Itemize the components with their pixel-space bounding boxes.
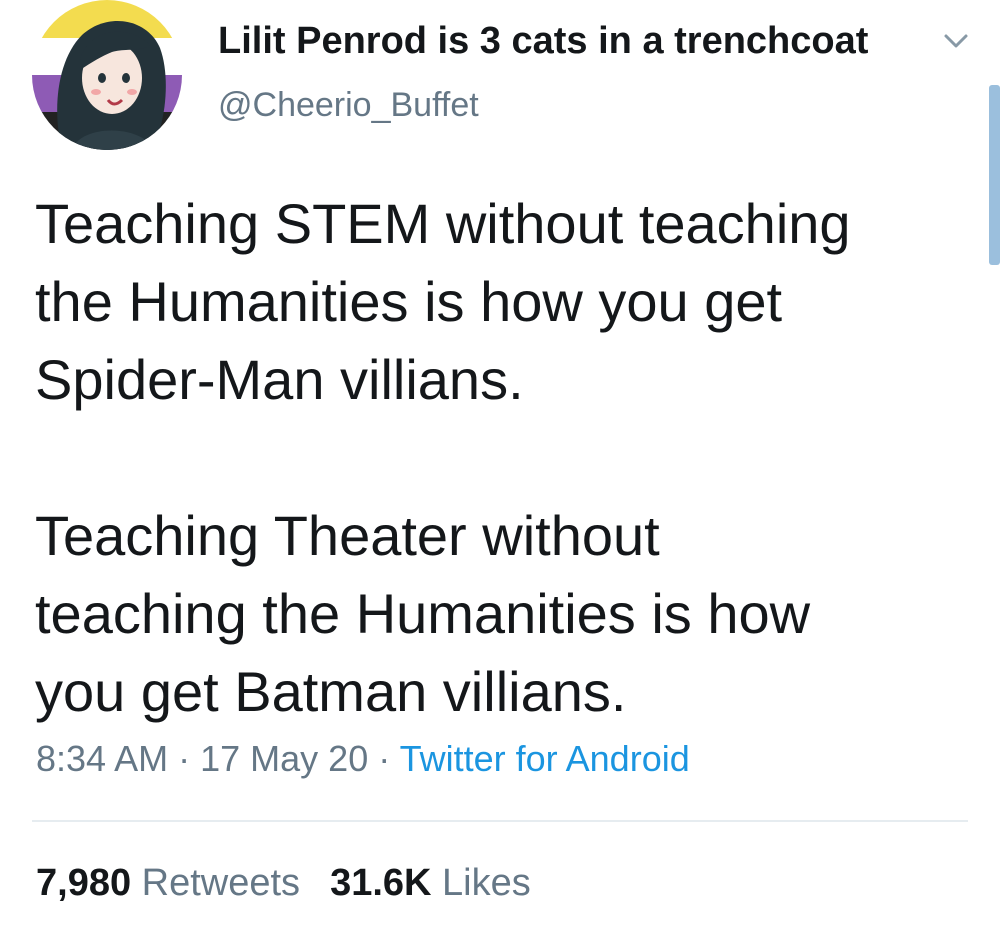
retweets-count: 7,980 [36, 862, 132, 904]
tweet-paragraph: Teaching STEM without teaching the Human… [35, 192, 851, 411]
retweets-stat[interactable]: 7,980 Retweets [36, 862, 300, 904]
tweet-date[interactable]: 17 May 20 [200, 738, 368, 779]
user-handle[interactable]: @Cheerio_Buffet [218, 86, 479, 125]
tweet-card: Lilit Penrod is 3 cats in a trenchcoat @… [0, 0, 1000, 937]
tweet-meta: 8:34 AM · 17 May 20 · Twitter for Androi… [36, 738, 690, 780]
likes-count: 31.6K [330, 862, 432, 904]
likes-label: Likes [442, 862, 531, 904]
scrollbar[interactable] [989, 85, 1000, 265]
display-name[interactable]: Lilit Penrod is 3 cats in a trenchcoat [218, 20, 868, 63]
likes-stat[interactable]: 31.6K Likes [330, 862, 531, 904]
tweet-stats: 7,980 Retweets 31.6K Likes [36, 862, 531, 905]
retweets-label: Retweets [141, 862, 301, 904]
tweet-time[interactable]: 8:34 AM [36, 738, 168, 779]
tweet-source-link[interactable]: Twitter for Android [400, 738, 690, 779]
divider [32, 820, 968, 822]
avatar[interactable] [32, 0, 182, 150]
tweet-paragraph: Teaching Theater without teaching the Hu… [35, 504, 811, 723]
tweet-text: Teaching STEM without teaching the Human… [35, 185, 965, 731]
chevron-down-icon[interactable] [938, 22, 974, 58]
avatar-illustration [32, 0, 182, 150]
meta-separator: · [378, 738, 391, 779]
meta-separator: · [178, 738, 191, 779]
